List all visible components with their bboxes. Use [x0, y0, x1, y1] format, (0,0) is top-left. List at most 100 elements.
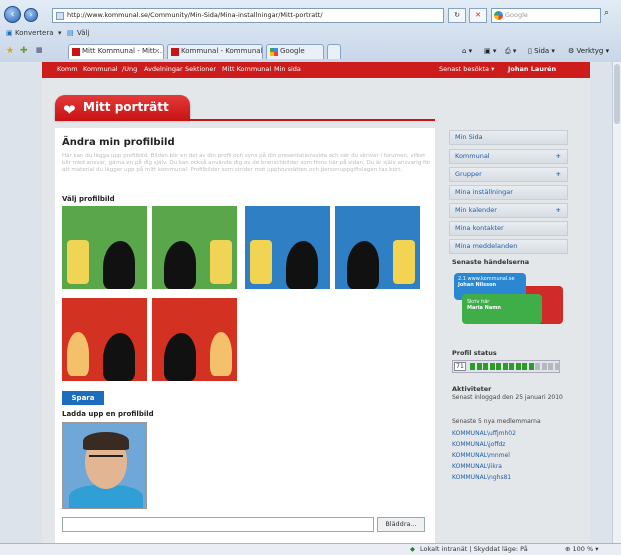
progress-segment	[528, 363, 534, 370]
nav-komm[interactable]: Komm	[57, 65, 78, 73]
expand-plus-icon[interactable]: +	[556, 204, 561, 217]
head-silhouette	[164, 241, 196, 289]
sidebar-item-min-sida[interactable]: Min Sida	[449, 130, 568, 145]
close-tab-icon[interactable]: ×	[154, 45, 160, 58]
profile-option-2[interactable]	[152, 206, 237, 289]
scroll-thumb[interactable]	[614, 64, 620, 124]
events-graphic[interactable]: 2.1 www.kommunal.se Johan Nilsson Skriv h…	[449, 270, 568, 340]
head-silhouette	[103, 241, 135, 289]
sidebar-item-kommunal[interactable]: Kommunal +	[449, 149, 568, 164]
last-login-text: Senast inloggad den 25 januari 2010	[452, 394, 563, 401]
tab-row: ★ ✚ ▦ Mitt Kommunal - Mitt ... × Kommunal…	[0, 42, 621, 60]
command-bar: ▣ Konvertera ▾ ▤ Välj	[0, 26, 621, 40]
save-button[interactable]: Spara	[62, 391, 104, 405]
page-menu[interactable]: ▯ Sida ▾	[528, 47, 555, 55]
tab-kommunal[interactable]: Kommunal - Kommunal	[167, 44, 263, 59]
add-favorite-icon[interactable]: ✚	[20, 46, 28, 56]
google-icon	[494, 11, 503, 20]
print-icon[interactable]: ⎙ ▾	[505, 47, 516, 56]
nav-ung[interactable]: /Ung	[122, 65, 137, 73]
tab-mitt-kommunal[interactable]: Mitt Kommunal - Mitt ... ×	[68, 44, 164, 59]
member-link[interactable]: KOMMUNAL\mnmel	[452, 452, 510, 459]
favorites-star-icon[interactable]: ★	[6, 46, 14, 56]
vertical-scrollbar[interactable]	[612, 62, 621, 543]
browse-button[interactable]: Bläddra...	[377, 517, 425, 532]
forward-button[interactable]: ›	[24, 8, 38, 22]
member-link[interactable]: KOMMUNAL\uffjmh02	[452, 430, 516, 437]
member-link[interactable]: KOMMUNAL\likra	[452, 463, 502, 470]
nav-avdelningar[interactable]: Avdelningar	[144, 65, 183, 73]
tools-menu-label: Verktyg	[576, 47, 604, 55]
head-silhouette	[164, 333, 196, 381]
expand-plus-icon[interactable]: +	[556, 168, 561, 181]
page-title: Ändra min profilbild	[62, 137, 175, 148]
bubble-text: Maria Namn	[467, 305, 501, 311]
kommunal-favicon	[72, 48, 80, 56]
ambulance-icon	[250, 240, 272, 284]
progress-segment	[502, 363, 508, 370]
progress-segment	[496, 363, 501, 370]
recent-visited-menu[interactable]: Senast besökta ▾	[439, 65, 494, 73]
upload-label: Ladda upp en profilbild	[62, 410, 154, 418]
feeds-icon[interactable]: ▣ ▾	[484, 47, 496, 55]
progress-segment	[554, 363, 560, 370]
profile-option-6[interactable]	[152, 298, 237, 381]
intro-text: Här kan du lägga upp profilbild. Bilden …	[62, 153, 431, 173]
tab-google[interactable]: Google	[266, 44, 324, 59]
sidebar-item-label: Min Sida	[455, 133, 483, 141]
dropdown-icon[interactable]: ▾	[58, 26, 62, 40]
sidebar: Min Sida Kommunal + Grupper + Mina inställ…	[449, 128, 568, 543]
file-path-input[interactable]	[62, 517, 374, 532]
tab-label: Mitt Kommunal - Mitt ...	[82, 47, 164, 55]
back-button[interactable]: ‹	[4, 6, 21, 23]
new-members-title: Senaste 5 nya medlemmarna	[452, 418, 541, 425]
search-go-icon[interactable]: ⌕	[604, 8, 609, 18]
status-bar: ◆ Lokalt intranät | Skyddat läge: På ⊕ 1…	[0, 543, 621, 555]
zoom-control[interactable]: ⊕ 100 % ▾	[565, 544, 599, 555]
search-input[interactable]: Google	[491, 8, 601, 23]
member-link[interactable]: KOMMUNAL\joffdz	[452, 441, 505, 448]
refresh-button[interactable]: ↻	[448, 8, 466, 23]
sidebar-item-label: Mina meddelanden	[455, 242, 518, 250]
tools-menu[interactable]: ⚙ Verktyg ▾	[568, 47, 609, 55]
user-name-link[interactable]: Johan Laurén	[508, 65, 556, 73]
progress-segment	[476, 363, 482, 370]
site-nav-bar: Komm Kommunal /Ung Avdelningar Sektioner…	[42, 62, 590, 78]
expand-plus-icon[interactable]: +	[556, 150, 561, 163]
banner-title: Mitt porträtt	[83, 100, 169, 114]
progress-segment	[470, 363, 475, 370]
konvertera-button[interactable]: Konvertera	[15, 26, 54, 40]
profile-option-1[interactable]	[62, 206, 147, 289]
new-tab-button[interactable]	[327, 44, 341, 59]
stop-button[interactable]: ✕	[469, 8, 487, 23]
sidebar-item-min-kalender[interactable]: Min kalender +	[449, 203, 568, 218]
sidebar-item-grupper[interactable]: Grupper +	[449, 167, 568, 182]
nav-kommunal[interactable]: Kommunal	[83, 65, 118, 73]
profile-status-title: Profil status	[452, 349, 497, 357]
choose-profile-label: Välj profilbild	[62, 195, 115, 203]
bus-icon	[67, 240, 89, 284]
progress-segment	[489, 363, 495, 370]
home-icon[interactable]: ⌂ ▾	[462, 47, 472, 55]
sidebar-item-mina-installningar[interactable]: Mina inställningar	[449, 185, 568, 200]
address-bar[interactable]: http://www.kommunal.se/Community/Min-Sid…	[52, 8, 444, 23]
profile-option-4[interactable]	[335, 206, 420, 289]
tab-list-icon[interactable]: ▦	[36, 46, 43, 54]
progress-segment	[541, 363, 547, 370]
google-favicon	[270, 48, 278, 56]
valj-button[interactable]: Välj	[77, 26, 89, 40]
profile-option-3[interactable]	[245, 206, 330, 289]
nav-min-sida[interactable]: Min sida	[274, 65, 301, 73]
member-link[interactable]: KOMMUNAL\nghs81	[452, 474, 511, 481]
nav-sektioner[interactable]: Sektioner	[185, 65, 216, 73]
sidebar-item-mina-meddelanden[interactable]: Mina meddelanden	[449, 239, 568, 254]
page-banner: ❤ Mitt porträtt	[55, 95, 190, 120]
progress-segment	[522, 363, 527, 370]
page-icon	[56, 12, 64, 20]
profile-option-5[interactable]	[62, 298, 147, 381]
bus-icon	[210, 240, 232, 284]
sidebar-item-mina-kontakter[interactable]: Mina kontakter	[449, 221, 568, 236]
kommunal-favicon	[171, 48, 179, 56]
nav-mitt-kommunal[interactable]: Mitt Kommunal	[222, 65, 271, 73]
progress-segment	[548, 363, 553, 370]
